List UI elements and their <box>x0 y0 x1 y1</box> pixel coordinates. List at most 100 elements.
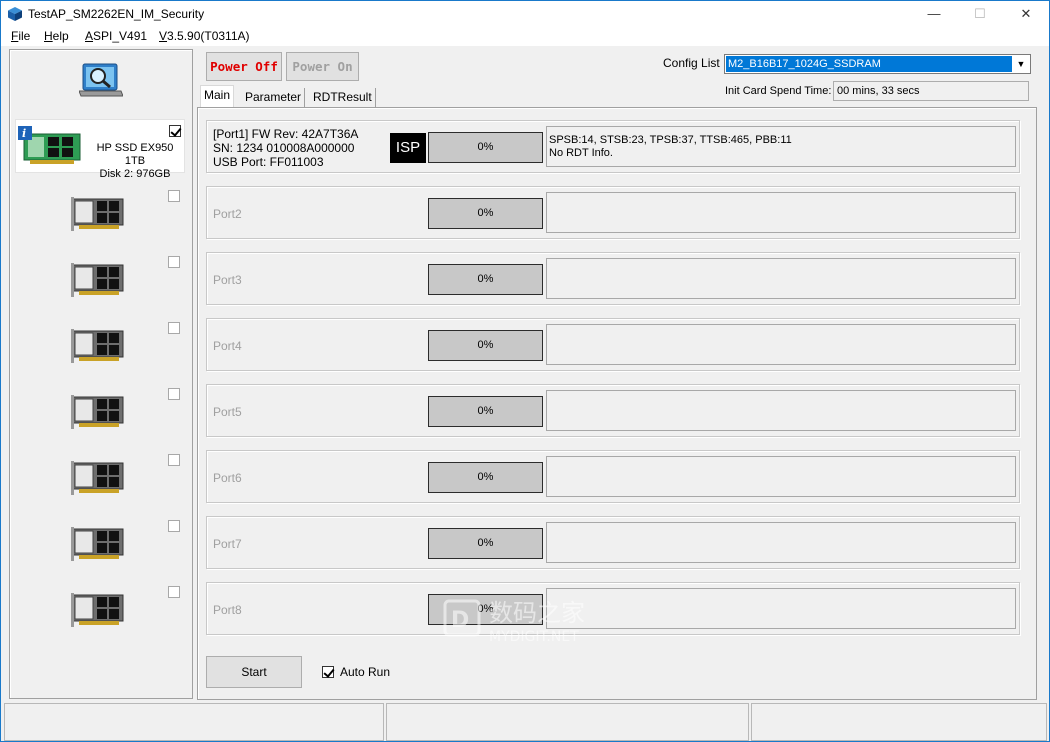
status-pane-3 <box>751 703 1047 741</box>
port-status <box>546 390 1016 431</box>
port-label: Port2 <box>213 207 242 221</box>
watermark-logo: D 数码之家 MYDIGIT.NET <box>443 591 633 651</box>
port-status <box>546 192 1016 233</box>
port-group-6: Port6 0% <box>206 450 1020 503</box>
port-progress: 0% <box>428 132 543 163</box>
port-info: [Port1] FW Rev: 42A7T36A SN: 1234 010008… <box>213 127 358 169</box>
scan-button[interactable] <box>78 60 124 100</box>
pcie-card-active-icon: i <box>18 126 81 164</box>
port-fw: [Port1] FW Rev: 42A7T36A <box>213 127 359 141</box>
menu-aspi[interactable]: ASPI_V491 <box>85 29 147 43</box>
port-progress: 0% <box>428 396 543 427</box>
port-status: SPSB:14, STSB:23, TPSB:37, TTSB:465, PBB… <box>546 126 1016 167</box>
port-group-1: [Port1] FW Rev: 42A7T36A SN: 1234 010008… <box>206 120 1020 173</box>
port-label: Port5 <box>213 405 242 419</box>
port-status <box>546 258 1016 299</box>
menu-bar: File Help ASPI_V491 V3.5.90(T0311A) <box>1 27 1049 46</box>
power-off-button[interactable]: Power Off <box>206 52 282 81</box>
watermark-cn: 数码之家 <box>489 599 585 627</box>
magnifier-laptop-icon <box>78 63 124 97</box>
port-group-2: Port2 0% <box>206 186 1020 239</box>
auto-run-label: Auto Run <box>340 665 391 679</box>
pcie-card-icon <box>71 527 124 561</box>
init-spend-value: 00 mins, 33 secs <box>833 81 1029 101</box>
port-sn: SN: 1234 010008A000000 <box>213 141 355 155</box>
port-label: Port8 <box>213 603 242 617</box>
auto-run-checkbox[interactable] <box>322 666 334 678</box>
maximize-icon: ☐ <box>974 6 986 21</box>
watermark-en: MYDIGIT.NET <box>489 629 579 645</box>
close-button[interactable]: ✕ <box>1003 1 1049 27</box>
disk-slot-5[interactable] <box>15 383 185 437</box>
svg-text:D: D <box>451 608 469 633</box>
pcie-card-icon <box>71 329 124 363</box>
svg-text:i: i <box>22 127 26 140</box>
port-progress: 0% <box>428 330 543 361</box>
port-group-7: Port7 0% <box>206 516 1020 569</box>
config-list-label: Config List <box>663 56 720 70</box>
disk-name: HP SSD EX950 1TB <box>96 142 174 167</box>
port-progress: 0% <box>428 198 543 229</box>
port-progress: 0% <box>428 264 543 295</box>
port-status-line1: SPSB:14, STSB:23, TPSB:37, TTSB:465, PBB… <box>549 134 792 146</box>
disk-checkbox[interactable] <box>168 190 180 202</box>
disk-checkbox[interactable] <box>168 520 180 532</box>
disk-detail: Disk 2: 976GB <box>99 168 171 180</box>
menu-file[interactable]: File <box>11 29 30 43</box>
port-status <box>546 324 1016 365</box>
start-button[interactable]: Start <box>206 656 302 688</box>
disk-checkbox[interactable] <box>168 454 180 466</box>
config-list-select[interactable]: M2_B16B17_1024G_SSDRAM ▼ <box>724 54 1031 74</box>
port-label: Port6 <box>213 471 242 485</box>
disk-checkbox[interactable] <box>168 586 180 598</box>
tab-main[interactable]: Main <box>200 85 235 108</box>
status-pane-1 <box>4 703 384 741</box>
disk-slot-1[interactable]: i HP SSD EX950 1TB Disk 2: 976GB <box>15 119 185 180</box>
chevron-down-icon[interactable]: ▼ <box>1013 56 1029 72</box>
port-status <box>546 522 1016 563</box>
pcie-card-icon <box>71 593 124 627</box>
port-progress: 0% <box>428 528 543 559</box>
init-spend-label: Init Card Spend Time: <box>725 85 832 97</box>
minimize-button[interactable]: — <box>911 1 957 27</box>
disk-slot-4[interactable] <box>15 317 185 371</box>
port-label: Port3 <box>213 273 242 287</box>
tab-parameter[interactable]: Parameter <box>242 88 306 108</box>
status-pane-2 <box>386 703 749 741</box>
disk-slot-2[interactable] <box>15 185 185 239</box>
pcie-card-icon <box>71 461 124 495</box>
disk-slot-8[interactable] <box>15 581 185 635</box>
menu-version[interactable]: V3.5.90(T0311A) <box>159 29 250 43</box>
disk-slot-7[interactable] <box>15 515 185 569</box>
port-status-line2: No RDT Info. <box>549 147 613 159</box>
port-progress: 0% <box>428 462 543 493</box>
power-on-button[interactable]: Power On <box>286 52 359 81</box>
port-group-4: Port4 0% <box>206 318 1020 371</box>
cube-icon <box>8 7 22 21</box>
pcie-card-icon <box>71 197 124 231</box>
disk-checkbox[interactable] <box>168 388 180 400</box>
port-status <box>546 456 1016 497</box>
maximize-button[interactable]: ☐ <box>957 1 1003 27</box>
disk-slot-6[interactable] <box>15 449 185 503</box>
menu-help[interactable]: Help <box>44 29 69 43</box>
close-icon: ✕ <box>1020 6 1032 21</box>
disk-checkbox[interactable] <box>169 125 181 137</box>
config-list-value: M2_B16B17_1024G_SSDRAM <box>726 56 1012 72</box>
port-usb: USB Port: FF011003 <box>213 155 324 169</box>
port-label: Port7 <box>213 537 242 551</box>
disk-checkbox[interactable] <box>168 322 180 334</box>
window-title: TestAP_SM2262EN_IM_Security <box>28 7 205 21</box>
pcie-card-icon <box>71 263 124 297</box>
port-group-5: Port5 0% <box>206 384 1020 437</box>
disk-slot-3[interactable] <box>15 251 185 305</box>
disk-checkbox[interactable] <box>168 256 180 268</box>
isp-badge: ISP <box>390 133 426 163</box>
port-label: Port4 <box>213 339 242 353</box>
minimize-icon: — <box>927 6 941 21</box>
pcie-card-icon <box>71 395 124 429</box>
port-group-3: Port3 0% <box>206 252 1020 305</box>
title-bar: TestAP_SM2262EN_IM_Security — ☐ ✕ <box>1 1 1049 27</box>
tab-rdtresult[interactable]: RDTResult <box>310 88 376 108</box>
app-window: TestAP_SM2262EN_IM_Security — ☐ ✕ File H… <box>0 0 1050 742</box>
